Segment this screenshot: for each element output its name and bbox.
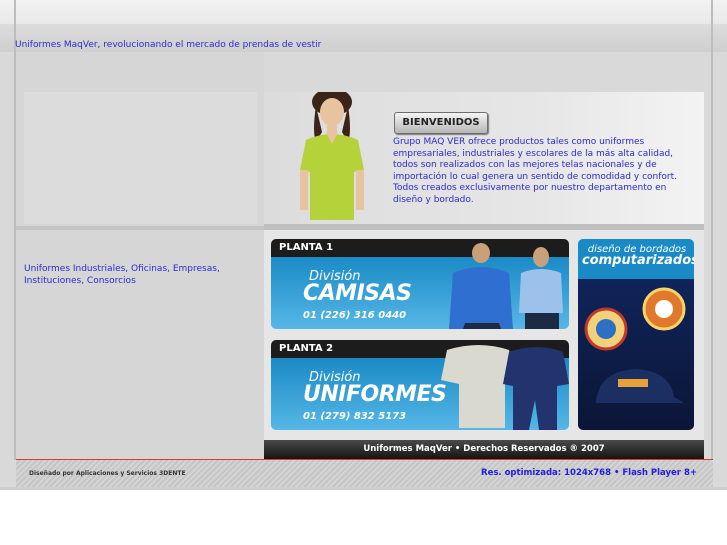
left-flash-area: [24, 92, 257, 224]
top-band: [0, 0, 727, 24]
embroidery-title-line2: computarizados: [582, 253, 694, 268]
embroidery-title: diseño de bordados computarizados: [582, 244, 694, 268]
banner-division-name: CAMISAS: [303, 281, 412, 306]
embroidery-banner[interactable]: diseño de bordados computarizados: [578, 239, 694, 430]
banner-phone: 01 (279) 832 5173: [303, 411, 407, 422]
banner-camisas[interactable]: PLANTA 1 División CAMISAS 01 (226) 316 0…: [271, 239, 569, 329]
optimization-note: Res. optimizada: 1024x768 • Flash Player…: [481, 468, 697, 478]
model-photo: [300, 92, 364, 220]
sidebar-info-text: Uniformes Industriales, Oficinas, Empres…: [24, 264, 220, 286]
frame-right-border: [711, 0, 713, 460]
embroidery-patches-image: [584, 287, 686, 403]
bottom-edge: [0, 487, 727, 490]
welcome-panel: BIENVENIDOS Grupo MAQ VER ofrece product…: [264, 92, 704, 224]
welcome-button[interactable]: BIENVENIDOS: [394, 112, 488, 134]
shirts-photo: [449, 243, 563, 329]
banner-uniformes[interactable]: PLANTA 2 División UNIFORMES 01 (279) 832…: [271, 340, 569, 430]
left-divider: [16, 226, 264, 230]
banner-plant-label: PLANTA 2: [279, 343, 334, 354]
welcome-text: Grupo MAQ VER ofrece productos tales com…: [393, 137, 677, 205]
designer-credit-link[interactable]: Diseñado por Aplicaciones y Servicios 3D…: [29, 470, 186, 477]
banner-division-name: UNIFORMES: [303, 382, 447, 407]
site-tagline: Uniformes MaqVer, revolucionando el merc…: [15, 40, 322, 50]
products-area: PLANTA 1 División CAMISAS 01 (226) 316 0…: [264, 230, 704, 440]
copyright-text: Uniformes MaqVer • Derechos Reservados ®…: [363, 444, 605, 454]
banner-phone: 01 (226) 316 0440: [303, 310, 407, 321]
footer-bar: Uniformes MaqVer • Derechos Reservados ®…: [264, 440, 704, 460]
banner-plant-label: PLANTA 1: [279, 242, 334, 253]
uniforms-photo: [441, 345, 569, 430]
